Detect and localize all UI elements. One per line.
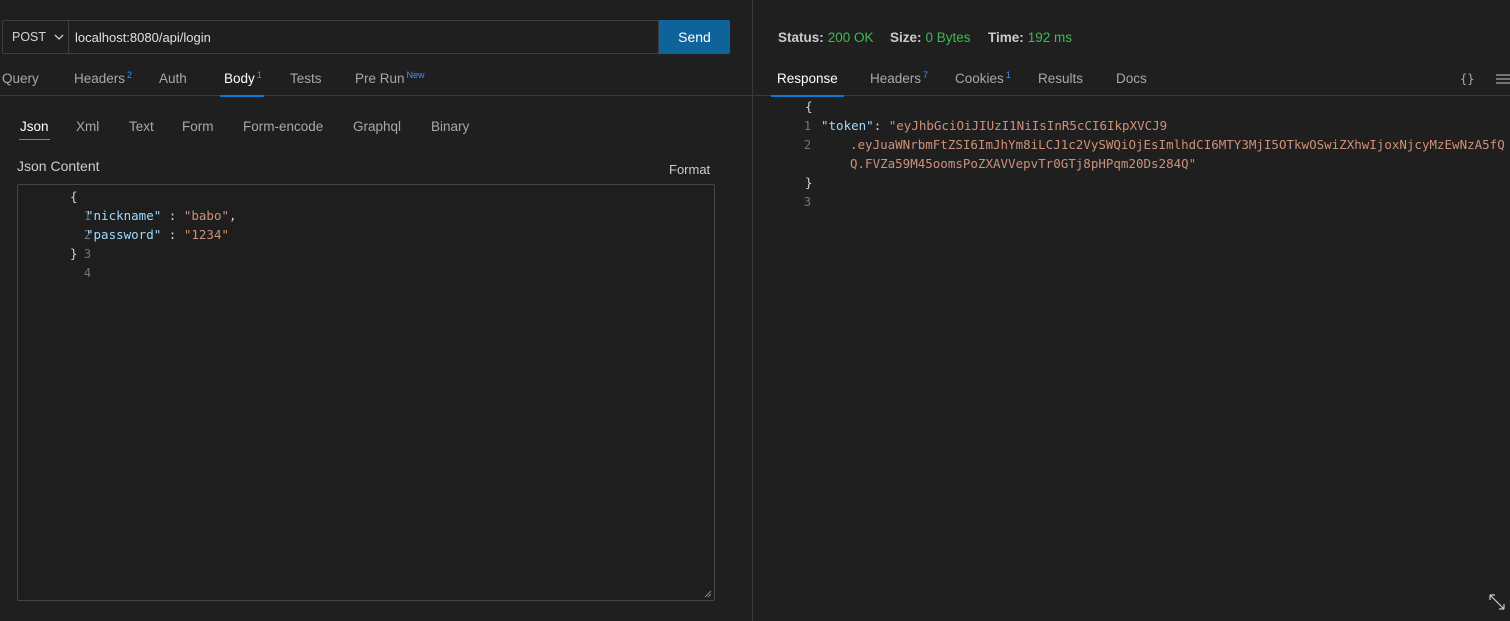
tab-results[interactable]: Results xyxy=(1038,62,1083,96)
body-tab-binary[interactable]: Binary xyxy=(431,117,469,139)
colon: : xyxy=(161,227,184,242)
braces-icon[interactable]: {} xyxy=(1460,72,1474,86)
time-label: Time: xyxy=(988,30,1024,45)
tab-label: Cookies xyxy=(955,71,1004,86)
tab-label: Pre Run xyxy=(355,71,405,86)
status-indicator: Status: 200 OK xyxy=(778,30,874,45)
tab-cookies[interactable]: Cookies 1 xyxy=(955,62,1011,96)
tab-label: Docs xyxy=(1116,71,1147,86)
tab-badge: 7 xyxy=(923,70,929,80)
body-tab-text[interactable]: Text xyxy=(129,117,154,139)
tab-label: Auth xyxy=(159,71,187,86)
format-button[interactable]: Format xyxy=(669,162,710,177)
response-line-wrap: .eyJuaWNrbmFtZSI6ImJhYm8iLCJ1c2VySWQiOjE… xyxy=(753,135,1505,154)
tab-label: Results xyxy=(1038,71,1084,86)
request-panel: POST localhost:8080/api/login Send Query… xyxy=(0,0,752,621)
request-tabs: Query Headers 2 Auth Body 1 Tests Pre Run N… xyxy=(0,62,752,97)
colon: : xyxy=(161,208,184,223)
brace: { xyxy=(70,189,78,204)
colon: : xyxy=(873,118,889,133)
tab-badge: 2 xyxy=(127,70,133,80)
response-tabs: Response Headers 7 Cookies 1 Results Docs xyxy=(753,62,1510,97)
time-value: 192 ms xyxy=(1027,30,1073,45)
tab-label: Headers xyxy=(74,71,126,86)
body-tab-graphql[interactable]: Graphql xyxy=(353,117,401,139)
code-line: 1 { xyxy=(18,187,91,223)
size-indicator: Size: 0 Bytes xyxy=(890,30,971,45)
menu-icon[interactable] xyxy=(1496,73,1510,85)
code-line: 3 "password" : "1234" xyxy=(18,225,229,261)
brace: { xyxy=(805,99,813,114)
json-key: "token" xyxy=(821,118,874,133)
tab-label: Tests xyxy=(290,71,322,86)
line-number: 2 xyxy=(803,138,812,152)
code-text: "token": "eyJhbGciOiJIUzI1NiIsInR5cCI6Ik… xyxy=(821,116,1167,135)
line-number: 4 xyxy=(83,266,92,280)
expand-icon[interactable] xyxy=(1487,592,1507,612)
json-editor[interactable]: 1 { 2 "nickname" : "babo", 3 "password" … xyxy=(17,184,715,601)
json-value: "eyJhbGciOiJIUzI1NiIsInR5cCI6IkpXVCJ9 xyxy=(888,118,1168,133)
tab-label: Headers xyxy=(870,71,922,86)
status-value: 200 OK xyxy=(827,30,874,45)
body-tab-json[interactable]: Json xyxy=(19,117,50,140)
json-key: "password" xyxy=(86,227,162,242)
json-value: "babo" xyxy=(183,208,229,223)
chevron-down-icon xyxy=(54,34,64,40)
code-text: .eyJuaWNrbmFtZSI6ImJhYm8iLCJ1c2VySWQiOjE… xyxy=(850,135,1505,154)
url-bar: POST localhost:8080/api/login Send xyxy=(2,20,730,54)
brace: } xyxy=(70,246,78,261)
tab-response-headers[interactable]: Headers 7 xyxy=(870,62,928,96)
tab-pre-run[interactable]: Pre Run New xyxy=(355,62,425,96)
code-text: "nickname" : "babo", xyxy=(86,206,237,225)
code-text: Q.FVZa59M45oomsPoZXAVVepvTr0GTj8pHPqm20D… xyxy=(850,154,1196,173)
json-key: "nickname" xyxy=(86,208,162,223)
tab-body[interactable]: Body 1 xyxy=(220,62,264,97)
code-line: 4 } xyxy=(18,244,91,280)
json-value: .eyJuaWNrbmFtZSI6ImJhYm8iLCJ1c2VySWQiOjE… xyxy=(850,137,1505,152)
tab-label: Response xyxy=(777,71,838,86)
size-value: 0 Bytes xyxy=(925,30,971,45)
json-value: "1234" xyxy=(183,227,229,242)
tab-label: Body xyxy=(224,71,255,86)
code-text: { xyxy=(805,97,813,116)
tab-docs[interactable]: Docs xyxy=(1116,62,1147,96)
body-tab-xml[interactable]: Xml xyxy=(76,117,99,139)
tab-query[interactable]: Query xyxy=(2,62,39,96)
code-text: "password" : "1234" xyxy=(86,225,229,244)
url-input[interactable]: localhost:8080/api/login xyxy=(68,20,659,54)
tab-response[interactable]: Response xyxy=(771,62,844,97)
send-button[interactable]: Send xyxy=(659,20,730,54)
body-tab-form[interactable]: Form xyxy=(182,117,214,139)
tab-auth[interactable]: Auth xyxy=(159,62,187,96)
body-tab-form-encode[interactable]: Form-encode xyxy=(243,117,323,139)
response-panel: Status: 200 OK Size: 0 Bytes Time: 192 ms R… xyxy=(753,0,1510,621)
tab-badge: New xyxy=(406,70,425,80)
time-indicator: Time: 192 ms xyxy=(988,30,1072,45)
brace: } xyxy=(805,175,813,190)
tab-headers[interactable]: Headers 2 xyxy=(74,62,132,96)
resize-grip-icon[interactable] xyxy=(704,590,712,598)
code-line: 2 "nickname" : "babo", xyxy=(18,206,237,242)
status-label: Status: xyxy=(778,30,824,45)
tab-badge: 1 xyxy=(1005,70,1011,80)
tab-label: Query xyxy=(2,71,39,86)
method-label: POST xyxy=(12,30,47,44)
method-select[interactable]: POST xyxy=(2,20,68,54)
line-number: 3 xyxy=(803,195,812,209)
code-text: } xyxy=(805,173,813,192)
response-line: 2 "token": "eyJhbGciOiJIUzI1NiIsInR5cCI6… xyxy=(753,116,1167,152)
response-line: 3 } xyxy=(753,173,813,209)
tab-tests[interactable]: Tests xyxy=(290,62,322,96)
tab-badge: 1 xyxy=(256,70,262,80)
response-line-wrap: Q.FVZa59M45oomsPoZXAVVepvTr0GTj8pHPqm20D… xyxy=(753,154,1196,173)
code-text: { xyxy=(70,187,78,206)
response-line: 1 { xyxy=(753,97,813,133)
comma: , xyxy=(229,208,237,223)
size-label: Size: xyxy=(890,30,922,45)
json-content-label: Json Content xyxy=(17,158,100,174)
code-text: } xyxy=(70,244,78,263)
json-value: Q.FVZa59M45oomsPoZXAVVepvTr0GTj8pHPqm20D… xyxy=(850,156,1197,171)
